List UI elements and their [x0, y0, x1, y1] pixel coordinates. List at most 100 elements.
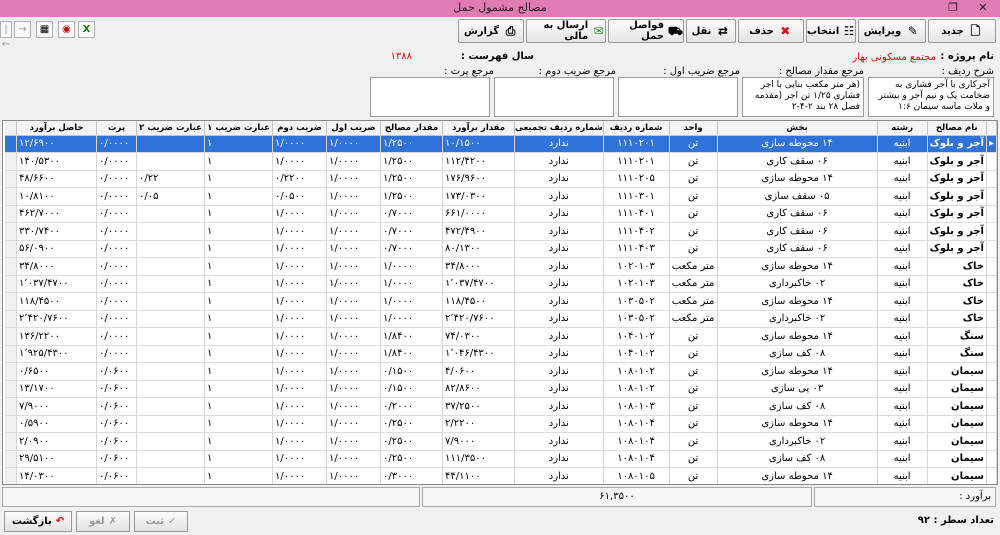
cancel-button[interactable]: ✗ لغو: [76, 511, 130, 532]
table-cell[interactable]: ۲۹/۵۱۰۰: [16, 450, 98, 468]
table-cell[interactable]: ۱: [204, 152, 274, 171]
table-cell[interactable]: ۱/۰۰۰۰: [380, 292, 444, 311]
table-cell[interactable]: ۱۰۸۰۱۰۳: [603, 397, 670, 416]
column-header[interactable]: واحد: [669, 121, 718, 136]
table-cell[interactable]: ۱: [204, 292, 274, 311]
table-row[interactable]: سیمان ابنیه ۱۴ محوطه سازی تن ۱۰۸۰۱۰۴ ندارد ۲/۲…: [4, 415, 997, 433]
table-row[interactable]: خاک ابنیه ۱۴ محوطه سازی متر مکعب ۱۰۳۰۵۰۲ ندار…: [4, 292, 997, 311]
delete-button[interactable]: ✖ حذف: [738, 19, 804, 43]
table-cell[interactable]: ۱۰۸۰۱۰۲: [603, 362, 670, 381]
table-cell[interactable]: ندارد: [514, 292, 604, 311]
table-cell[interactable]: ۱/۰۰۰۰: [380, 310, 444, 328]
table-cell[interactable]: ۱۰۸۰۱۰۴: [603, 450, 670, 468]
table-row[interactable]: آجر و بلوک ابنیه ۰۶ سقف کاری تن ۱۱۱۰۴۰۳ ندارد…: [4, 240, 997, 258]
scrollbar-track[interactable]: [4, 362, 18, 381]
table-row[interactable]: سیمان ابنیه ۰۸ کف سازی تن ۱۰۸۰۱۰۳ ندارد ۳۷/۲۵۰…: [4, 397, 997, 416]
column-header[interactable]: ضریب اول: [326, 121, 382, 136]
table-cell[interactable]: ۱/۰۰۰۰: [272, 222, 328, 241]
table-cell[interactable]: ۰۸ کف سازی: [717, 397, 878, 416]
table-cell[interactable]: ۱۴۰/۵۳۰۰: [16, 152, 98, 171]
table-cell[interactable]: ۱۴ محوطه سازی: [717, 170, 878, 188]
table-cell[interactable]: ۱: [204, 380, 274, 398]
column-header[interactable]: ضریب دوم: [272, 121, 328, 136]
table-cell[interactable]: ۱۰۳۰۵۰۲: [603, 292, 670, 311]
table-cell[interactable]: ۱/۸۴۰۰: [380, 345, 444, 363]
table-cell[interactable]: ۲/۰۹۰۰: [16, 432, 98, 451]
scrollbar-track[interactable]: [4, 380, 18, 398]
scrollbar-track[interactable]: [4, 170, 18, 188]
table-cell[interactable]: ۱۴ محوطه سازی: [717, 135, 878, 153]
table-cell[interactable]: ۱/۲۵۰۰: [380, 135, 444, 153]
table-cell[interactable]: ۱/۰۰۰۰: [326, 467, 382, 484]
table-cell[interactable]: ندارد: [514, 310, 604, 328]
table-cell[interactable]: ۱/۰۰۰۰: [272, 397, 328, 416]
table-cell[interactable]: ۱: [204, 432, 274, 451]
table-cell[interactable]: سیمان: [927, 467, 987, 484]
table-cell[interactable]: ۱۱۱/۳۵۰۰: [442, 450, 516, 468]
table-cell[interactable]: ۱۰۴۰۱۰۲: [603, 327, 670, 346]
table-cell[interactable]: ندارد: [514, 240, 604, 258]
record-icon[interactable]: ◉: [58, 21, 75, 38]
row-selector[interactable]: [986, 327, 997, 346]
table-cell[interactable]: ۰۶ سقف کاری: [717, 205, 878, 223]
table-cell[interactable]: ۱۰۲۰۱۰۳: [603, 275, 670, 293]
column-header[interactable]: شماره ردیف تجمیعی: [514, 121, 604, 136]
table-cell[interactable]: ۱/۰۰۰۰: [272, 257, 328, 276]
table-cell[interactable]: ۱۰/۸۱۰۰: [16, 187, 98, 206]
table-cell[interactable]: ۰/۰۵: [136, 187, 206, 206]
table-cell[interactable]: ۱۱۱۰۲۰۵: [603, 170, 670, 188]
row-selector[interactable]: [986, 397, 997, 416]
table-row[interactable]: سیمان ابنیه ۱۴ محوطه سازی تن ۱۰۸۰۱۰۲ ندارد ۴/۰…: [4, 362, 997, 381]
table-cell[interactable]: ۰/۰۰۰۰: [96, 170, 138, 188]
scrollbar-track[interactable]: [4, 450, 18, 468]
column-header[interactable]: شماره ردیف: [603, 121, 670, 136]
table-cell[interactable]: ابنیه: [877, 170, 928, 188]
table-cell[interactable]: ۰۲ خاکبرداری: [717, 310, 878, 328]
table-cell[interactable]: ابنیه: [877, 275, 928, 293]
column-header[interactable]: عبارت ضریب ۲: [136, 121, 206, 136]
row-selector[interactable]: [986, 450, 997, 468]
table-cell[interactable]: ۱۰۳۰۵۰۲: [603, 310, 670, 328]
table-cell[interactable]: ابنیه: [877, 205, 928, 223]
report-button[interactable]: ⎙ گزارش: [458, 19, 524, 43]
table-cell[interactable]: آجر و بلوک: [927, 152, 987, 171]
table-cell[interactable]: ۱٬۰۳۷/۴۷۰۰: [16, 275, 98, 293]
table-cell[interactable]: ۱/۰۰۰۰: [272, 345, 328, 363]
next-record-icon[interactable]: →: [14, 21, 31, 38]
restore-button[interactable]: ❐: [942, 0, 964, 17]
table-cell[interactable]: ابنیه: [877, 467, 928, 484]
table-cell[interactable]: آجر و بلوک: [927, 222, 987, 241]
table-cell[interactable]: ابنیه: [877, 432, 928, 451]
table-cell[interactable]: ندارد: [514, 135, 604, 153]
table-cell[interactable]: ۱/۰۰۰۰: [380, 257, 444, 276]
table-cell[interactable]: ۱/۲۵۰۰: [380, 152, 444, 171]
table-row[interactable]: سنگ ابنیه ۰۸ کف سازی تن ۱۰۴۰۱۰۲ ندارد ۱٬۰۴۶/۴۳…: [4, 345, 997, 363]
table-cell[interactable]: ۴۸/۶۶۰۰: [16, 170, 98, 188]
table-cell[interactable]: ۰/۰۶۰۰: [96, 380, 138, 398]
table-cell[interactable]: [136, 450, 206, 468]
table-cell[interactable]: ندارد: [514, 152, 604, 171]
table-cell[interactable]: ۰/۰۰۰۰: [96, 310, 138, 328]
table-cell[interactable]: ۲٬۴۲۰/۷۶۰۰: [16, 310, 98, 328]
table-cell[interactable]: ۰۸ کف سازی: [717, 450, 878, 468]
table-cell[interactable]: ۱: [204, 345, 274, 363]
table-cell[interactable]: ۳۳۰/۷۴۰۰: [16, 222, 98, 241]
table-cell[interactable]: ۱۳/۱۷۰۰: [16, 380, 98, 398]
table-row[interactable]: آجر و بلوک ابنیه ۰۶ سقف کاری تن ۱۱۱۰۴۰۲ ندارد…: [4, 222, 997, 241]
table-cell[interactable]: ۱۰۸۰۱۰۴: [603, 415, 670, 433]
table-cell[interactable]: ۰/۷۰۰۰: [380, 222, 444, 241]
table-cell[interactable]: آجر و بلوک: [927, 187, 987, 206]
table-cell[interactable]: ۱/۰۰۰۰: [272, 467, 328, 484]
table-cell[interactable]: تن: [669, 135, 718, 153]
table-cell[interactable]: ۱/۰۰۰۰: [326, 257, 382, 276]
column-header[interactable]: بخش: [717, 121, 878, 136]
table-row[interactable]: آجر و بلوک ابنیه ۰۵ سقف سازی تن ۱۱۱۰۳۰۱ ندارد…: [4, 187, 997, 206]
table-cell[interactable]: ۰/۰۵۰۰: [272, 187, 328, 206]
table-cell[interactable]: تن: [669, 362, 718, 381]
table-cell[interactable]: ۱/۰۰۰۰: [326, 362, 382, 381]
scrollbar-track[interactable]: [4, 397, 18, 416]
table-cell[interactable]: سیمان: [927, 415, 987, 433]
table-cell[interactable]: ۱/۰۰۰۰: [326, 432, 382, 451]
table-cell[interactable]: ۰/۰۰۰۰: [96, 275, 138, 293]
scrollbar-track[interactable]: [4, 310, 18, 328]
